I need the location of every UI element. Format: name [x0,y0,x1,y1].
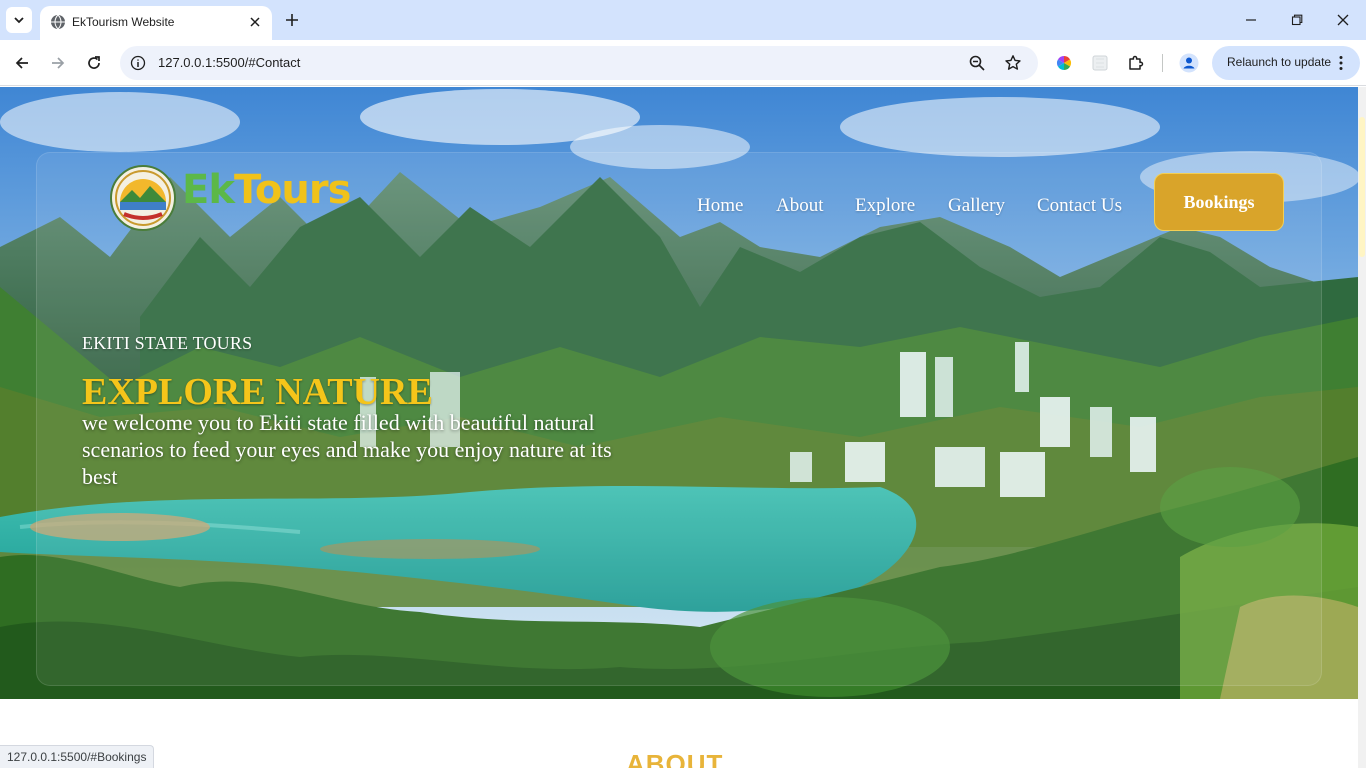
hero-headline: EXPLORE NATURE [82,371,433,413]
address-bar[interactable]: 127.0.0.1:5500/#Contact [120,46,1038,80]
extension-placeholder-icon [1092,55,1108,71]
forward-button[interactable] [46,51,70,75]
relaunch-to-update-button[interactable]: Relaunch to update [1212,46,1360,80]
tab-title: EkTourism Website [72,15,175,29]
nav-home[interactable]: Home [697,195,743,219]
minimize-icon [1246,19,1256,21]
tab-list-button[interactable] [6,7,32,33]
reload-button[interactable] [82,51,106,75]
relaunch-label: Relaunch to update [1227,55,1332,69]
scrollbar-thumb[interactable] [1359,117,1365,257]
forward-icon [52,57,65,69]
brand-wordmark: EkTours [182,167,351,213]
about-section-title: ABOUT [626,749,724,768]
site-logo[interactable]: EkTours [110,162,351,236]
reload-icon [88,56,100,69]
puzzle-icon [1129,55,1144,70]
zoom-icon[interactable] [968,54,986,72]
close-window-button[interactable] [1330,8,1356,32]
window-close-icon [1337,14,1349,26]
brand-ek: Ek [182,167,235,213]
plus-icon [286,14,298,26]
back-button[interactable] [10,51,34,75]
globe-icon [51,14,65,30]
star-icon[interactable] [1004,54,1022,72]
url-text[interactable]: 127.0.0.1:5500/#Contact [158,55,300,70]
link-status-bubble: 127.0.0.1:5500/#Bookings [0,745,155,768]
back-icon [15,57,28,69]
tab-strip: EkTourism Website [0,0,1366,40]
toolbar-divider [1162,54,1163,72]
brand-tours: Tours [233,167,351,213]
color-extension-button[interactable] [1053,52,1075,74]
profile-button[interactable] [1178,52,1200,74]
new-tab-button[interactable] [282,10,302,30]
page-scrollbar[interactable] [1358,87,1366,768]
browser-toolbar: 127.0.0.1:5500/#Contact Relaunch to upda… [0,40,1366,86]
info-icon[interactable] [130,55,146,71]
hero-section: EkTours Home About Explore Gallery Conta… [0,87,1358,699]
extensions-menu-button[interactable] [1125,52,1147,74]
color-wheel-icon [1057,56,1071,70]
kebab-icon [1339,56,1343,70]
close-icon [250,17,260,27]
tab-list-icon [14,17,24,24]
ekiti-seal-logo [110,165,176,231]
extension-button[interactable] [1089,52,1111,74]
page-viewport: EkTours Home About Explore Gallery Conta… [0,87,1366,768]
bookings-button[interactable]: Bookings [1154,173,1284,231]
close-tab-button[interactable] [246,13,264,31]
profile-icon [1179,53,1199,73]
hero-description: we welcome you to Ekiti state filled wit… [82,410,612,489]
nav-about[interactable]: About [776,195,824,219]
nav-gallery[interactable]: Gallery [948,195,1005,219]
hero-kicker: EKITI STATE TOURS [82,333,253,353]
restore-button[interactable] [1284,8,1310,32]
nav-contact-us[interactable]: Contact Us [1037,195,1122,219]
active-tab[interactable]: EkTourism Website [40,6,272,40]
nav-explore[interactable]: Explore [855,195,915,219]
minimize-button[interactable] [1238,8,1264,32]
restore-icon [1291,14,1303,26]
